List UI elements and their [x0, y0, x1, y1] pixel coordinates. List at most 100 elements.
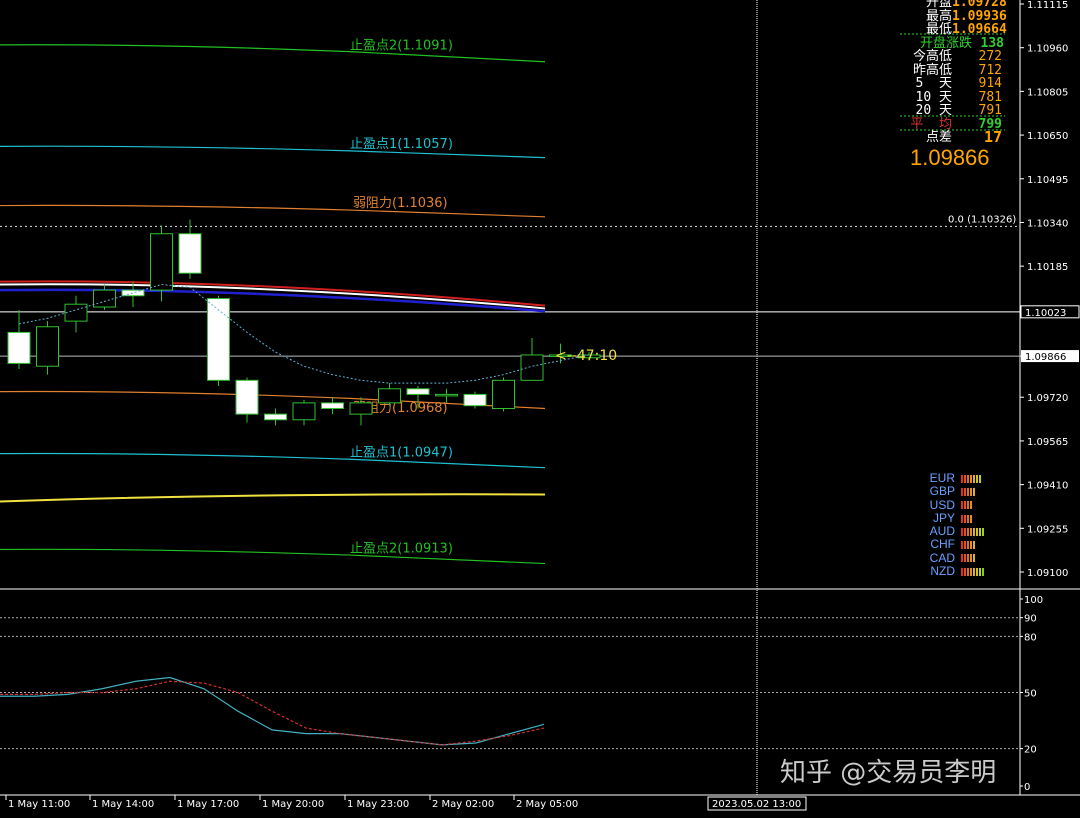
candle-body [178, 233, 202, 274]
change-row: 开盘涨跌 138 [900, 36, 1004, 51]
level-line [0, 204, 546, 218]
strength-bar [961, 527, 963, 536]
x-tick-label: 1 May 14:00 [92, 799, 154, 810]
strength-bar [973, 567, 975, 576]
level-line [0, 452, 546, 469]
currency-strength-panel: EUR GBP USD JPY AUD CHF CAD NZD [925, 471, 984, 578]
stat-row-4: 20 天 791 [900, 104, 1004, 118]
strength-bar [973, 554, 975, 563]
strength-bar [961, 567, 963, 576]
candle-body [492, 379, 515, 410]
stat-label: 20 天 [915, 103, 952, 118]
stat-value: 914 [978, 76, 1002, 91]
stat-label: 今高低 [912, 49, 952, 64]
strength-bar [964, 527, 966, 536]
candle-body [435, 393, 458, 397]
stat-row-2: 5 天 914 [900, 77, 1004, 91]
strength-bar [976, 527, 978, 536]
x-tick-label: 2 May 05:00 [516, 799, 578, 810]
crosshair-price-label: 1.10023 [1025, 308, 1066, 319]
info-value: 1.09936 [952, 8, 1007, 24]
currency-row-cad: CAD [925, 550, 984, 565]
level-label: 止盈点1(1.0947) [350, 446, 453, 461]
strength-bar [961, 474, 963, 483]
currency-name: USD [929, 497, 955, 512]
strength-bar [979, 567, 981, 576]
strength-bar [979, 527, 981, 536]
strength-bar [967, 554, 969, 563]
crosshair-time-label: 2023.05.02 13:00 [712, 799, 801, 810]
candle-body [520, 354, 544, 381]
strength-bar [982, 527, 984, 536]
candle-body [235, 379, 259, 415]
y-tick-label: 1.10185 [1027, 262, 1068, 273]
currency-row-nzd: NZD [925, 564, 984, 578]
level-label: 止盈点2(1.0913) [350, 541, 453, 556]
strength-bar [964, 541, 966, 550]
currency-row-gbp: GBP [925, 484, 984, 498]
currency-name: AUD [929, 524, 955, 539]
fib-label: 0.0 (1.10326) [948, 214, 1016, 225]
strength-bar [973, 541, 975, 550]
strength-bar [961, 514, 963, 523]
currency-row-eur: EUR [925, 471, 984, 485]
currency-name: JPY [932, 510, 955, 525]
osc-tick-label: 20 [1024, 745, 1037, 756]
countdown-timer: <--47:10 [555, 348, 617, 364]
strength-bars [961, 514, 972, 523]
x-tick-label: 1 May 11:00 [8, 799, 70, 810]
strength-bars [961, 554, 975, 563]
y-tick-label: 1.10805 [1027, 87, 1068, 98]
strength-bar [973, 487, 975, 496]
strength-bar [961, 501, 963, 510]
osc-tick-label: 0 [1024, 782, 1030, 793]
strength-bars [961, 487, 975, 496]
y-tick-label: 1.10650 [1027, 131, 1068, 142]
x-tick-label: 1 May 23:00 [347, 799, 409, 810]
strength-bar [964, 501, 966, 510]
strength-bar [982, 567, 984, 576]
spread-value: 17 [983, 128, 1002, 146]
strength-bar [961, 554, 963, 563]
strength-bar [970, 527, 972, 536]
strength-bar [967, 487, 969, 496]
strength-bar [973, 527, 975, 536]
candle-body [321, 402, 344, 410]
strength-bar [967, 514, 969, 523]
strength-bar [967, 474, 969, 483]
osc-tick-label: 100 [1024, 595, 1043, 606]
info-row-1: 最高 1.09936 [900, 8, 1007, 24]
strength-bar [979, 474, 981, 483]
strength-bar [970, 501, 972, 510]
currency-name: CAD [929, 550, 955, 565]
strength-bars [961, 474, 981, 483]
strength-bars [961, 527, 984, 536]
strength-bar [961, 541, 963, 550]
candle-body [93, 289, 116, 308]
y-tick-label: 1.09565 [1027, 437, 1068, 448]
stat-value: 712 [978, 62, 1002, 78]
info-label: 最高 [925, 8, 952, 24]
osc-signal-line [0, 680, 545, 746]
y-tick-label: 1.10495 [1027, 175, 1068, 186]
strength-bar [961, 487, 963, 496]
info-value: 1.09664 [952, 22, 1007, 37]
strength-bar [967, 501, 969, 510]
currency-name: CHF [930, 537, 955, 552]
level-label: 止盈点1(1.1057) [350, 137, 453, 152]
level-line [0, 390, 546, 410]
stat-row-0: 今高低 272 [900, 50, 1004, 64]
strength-bar [964, 487, 966, 496]
strength-bars [961, 501, 972, 510]
candle-body [463, 393, 487, 407]
candle-body [150, 233, 173, 291]
y-tick-label: 1.09410 [1027, 481, 1068, 492]
level-label: 弱阻力(1.1036) [353, 196, 448, 211]
candle-body [36, 326, 59, 367]
y-tick-label: 1.09255 [1027, 524, 1068, 535]
level-line [0, 44, 546, 63]
candle-body [7, 331, 31, 364]
strength-bar [964, 554, 966, 563]
candle-body [378, 388, 401, 404]
avg-label: 平 均 [910, 116, 952, 132]
